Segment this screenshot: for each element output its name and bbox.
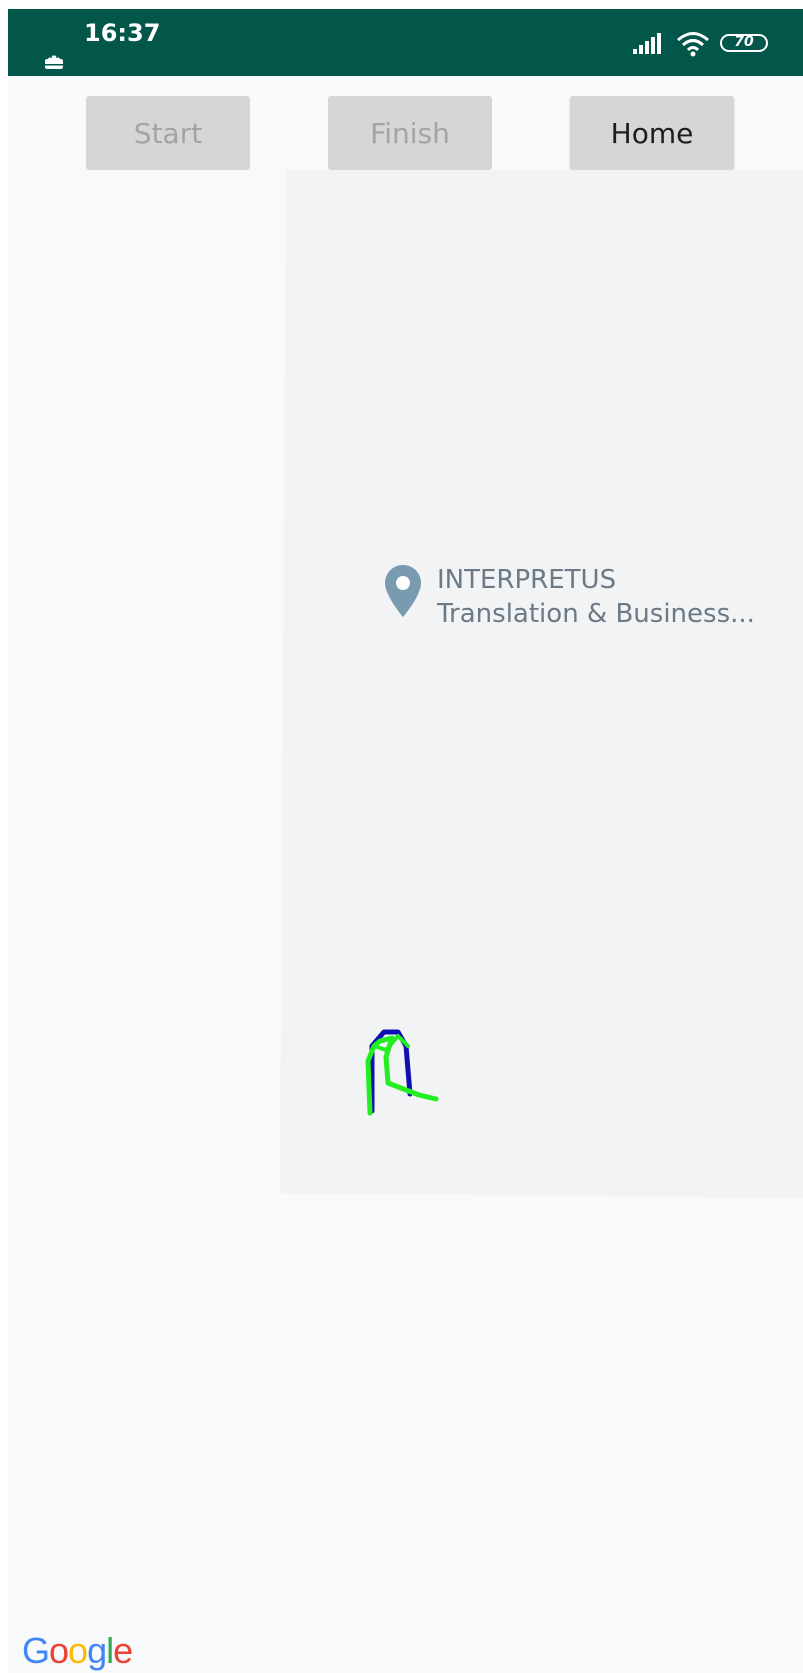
building-footprint: [280, 170, 803, 1198]
map-canvas: [280, 170, 803, 1198]
battery-icon: 70: [720, 34, 768, 52]
home-button[interactable]: Home: [570, 96, 734, 170]
app-screen: 16:37 70 Start Finish Home INTERPRETUS T…: [8, 9, 803, 1673]
start-button[interactable]: Start: [86, 96, 250, 170]
status-bar: 16:37 70: [8, 9, 803, 76]
poi-subtitle: Translation & Business...: [437, 599, 755, 629]
google-logo: Google: [22, 1630, 133, 1672]
status-time: 16:37: [84, 19, 161, 47]
logo-letter: G: [22, 1630, 50, 1671]
signal-icon: [633, 33, 661, 54]
logo-letter: o: [68, 1630, 88, 1671]
android-icon: [45, 55, 63, 69]
toolbar: Start Finish Home: [8, 76, 803, 170]
logo-letter: e: [113, 1630, 133, 1671]
poi-marker[interactable]: INTERPRETUS Translation & Business...: [383, 563, 803, 633]
logo-letter: o: [49, 1630, 69, 1671]
poi-name: INTERPRETUS: [437, 565, 617, 595]
map-pin-icon: [385, 565, 421, 617]
wifi-icon: [677, 32, 709, 57]
logo-letter: g: [87, 1630, 107, 1671]
battery-level: 70: [734, 34, 754, 50]
finish-button[interactable]: Finish: [328, 96, 492, 170]
map-view[interactable]: INTERPRETUS Translation & Business... Go…: [8, 170, 803, 1673]
poi-label: INTERPRETUS Translation & Business...: [437, 563, 755, 631]
